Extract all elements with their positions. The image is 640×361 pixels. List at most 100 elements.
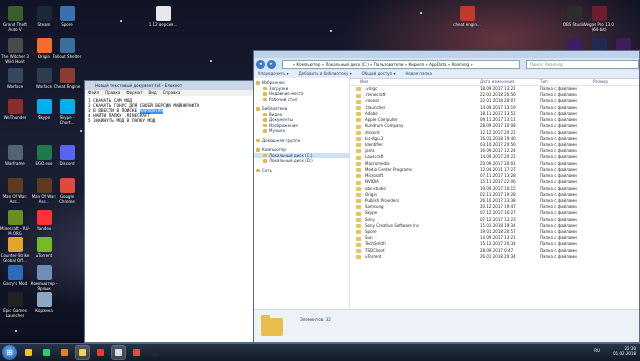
clock[interactable]: 22:30 01.02.2018 — [613, 346, 636, 356]
folder-icon — [356, 211, 361, 216]
file-list: Имя Дата изменения Тип Размер .vlrigc 18.… — [350, 78, 639, 309]
folder-icon — [356, 149, 361, 154]
nav-item[interactable]: Домашняя группа — [254, 138, 349, 144]
star — [120, 20, 122, 22]
taskbar-app-button[interactable] — [148, 346, 161, 359]
folder-icon — [356, 174, 361, 179]
file-type: Папка с файлами — [540, 253, 577, 259]
desktop-icon[interactable]: Grand Theft Auto V — [0, 6, 30, 32]
folder-icon — [356, 112, 361, 117]
menu-help[interactable]: Справка — [163, 90, 181, 95]
app-icon — [36, 292, 52, 307]
desktop-icon[interactable]: Корзина — [29, 292, 59, 313]
desktop-icon[interactable]: Counter-Strike Global Off... — [0, 237, 30, 263]
desktop-icon[interactable]: Fallout Shelter — [52, 38, 82, 59]
nav-item[interactable]: Рабочий стол — [254, 97, 349, 103]
star — [15, 330, 17, 332]
app-icon — [43, 349, 50, 356]
app-icon — [36, 265, 52, 280]
organize-button[interactable]: Упорядочить ▾ — [258, 71, 289, 76]
nav-item[interactable]: Сеть — [254, 168, 349, 174]
app-icon — [115, 349, 122, 356]
column-type[interactable]: Тип — [540, 78, 548, 85]
taskbar-app-button[interactable] — [40, 346, 53, 359]
column-name[interactable]: Имя — [360, 78, 368, 85]
desktop-icon[interactable]: Minecraft - RU-M.ORG — [0, 210, 30, 236]
desktop-icon-label: The Witcher 3 Wild Hunt — [1, 54, 29, 64]
folder-icon — [263, 159, 267, 163]
column-size[interactable]: Размер — [593, 78, 608, 85]
menu-edit[interactable]: Правка — [105, 90, 120, 95]
file-row[interactable]: uTorrent 26.01.2018 20:34 Папка с файлами — [350, 254, 639, 260]
desktop-icon[interactable]: Google Chrome — [52, 178, 82, 204]
forward-button[interactable]: ▸ — [266, 59, 276, 69]
desktop-icon[interactable]: Компьютер - Ярлык — [29, 265, 59, 291]
address-bar[interactable]: « Компьютер » Локальный диск (C:) » Поль… — [281, 59, 520, 69]
folder-icon — [256, 168, 260, 172]
file-date: 26.01.2018 20:34 — [480, 253, 516, 259]
taskbar-app-button[interactable] — [111, 345, 126, 360]
desktop-icon[interactable]: The Witcher 3 Wild Hunt — [0, 38, 30, 64]
taskbar-app-button[interactable] — [75, 345, 90, 360]
desktop-icon-label: uTorrent — [35, 253, 53, 258]
menu-format[interactable]: Формат — [126, 90, 142, 95]
search-input[interactable]: Поиск: Roaming — [525, 59, 639, 69]
app-icon — [97, 349, 104, 356]
star — [80, 130, 82, 132]
desktop-icon[interactable]: Vegas Pro 13.0 (64-bit) — [584, 6, 614, 32]
notepad-window[interactable]: Новый текстовый документ.txt - Блокнот Ф… — [84, 80, 254, 343]
app-icon — [7, 6, 23, 21]
desktop-icon[interactable]: cheat engin... — [452, 6, 482, 27]
desktop-icon[interactable]: Yandex — [29, 210, 59, 231]
desktop-icon[interactable]: Spore — [52, 6, 82, 27]
desktop-icon[interactable]: Garry's Mod — [0, 265, 30, 286]
explorer-window[interactable]: ◂ ▸ « Компьютер » Локальный диск (C:) » … — [253, 50, 640, 343]
back-button[interactable]: ◂ — [256, 59, 265, 69]
folder-icon — [356, 118, 361, 123]
nav-item-label: Локальный диск (C:) — [269, 152, 313, 158]
new-folder-button[interactable]: Новая папка — [405, 71, 432, 76]
taskbar-app-button[interactable] — [130, 346, 143, 359]
nav-item[interactable]: Локальный диск (D:) — [254, 158, 349, 164]
notepad-text-area[interactable]: 1 СКАЧАТЬ САМ МОД 2 СКАЧАТЬ ГОНУС ДЛЯ СВ… — [85, 96, 253, 127]
folder-icon — [356, 137, 361, 142]
taskbar-app-button[interactable] — [22, 346, 35, 359]
desktop-icon[interactable]: 1.12 версия... — [148, 6, 178, 27]
desktop-icon[interactable]: Epic Games Launcher — [0, 292, 30, 318]
desktop-icon[interactable]: Warface — [0, 68, 30, 89]
desktop-icon[interactable]: Skype - Сhort... — [52, 99, 82, 125]
app-icon — [36, 68, 52, 83]
folder-icon — [356, 93, 361, 98]
explorer-titlebar — [254, 51, 639, 58]
start-button[interactable]: ⊞ — [2, 345, 17, 360]
desktop-icon[interactable]: uTorrent — [29, 237, 59, 258]
folder-icon — [356, 217, 361, 222]
desktop-icon[interactable]: Discord — [52, 145, 82, 166]
folder-icon — [356, 193, 361, 198]
add-to-library-button[interactable]: Добавить в библиотеку ▾ — [299, 71, 352, 76]
app-icon — [25, 349, 32, 356]
app-icon — [591, 6, 607, 21]
share-button[interactable]: Общий доступ ▾ — [362, 71, 396, 76]
desktop-icon[interactable]: WeThunder — [0, 99, 30, 120]
folder-icon — [356, 143, 361, 148]
nav-item-label: Документы — [269, 117, 293, 122]
menu-file[interactable]: Файл — [88, 90, 99, 95]
desktop-icon[interactable]: Man Of War: Ass... — [0, 178, 30, 204]
desktop-icon-label: Warface — [6, 84, 24, 89]
nav-item-label: Компьютер — [262, 147, 286, 152]
app-icon — [7, 68, 23, 83]
language-indicator[interactable]: RU — [594, 348, 600, 353]
column-date[interactable]: Дата изменения — [480, 78, 515, 85]
taskbar-app-button[interactable] — [58, 346, 71, 359]
folder-icon — [356, 180, 361, 185]
desktop-icon[interactable]: Cheat Engine — [52, 68, 82, 89]
folder-icon — [263, 112, 267, 116]
nav-item[interactable]: Музыка — [254, 128, 349, 134]
desktop-icon[interactable]: Warframe — [0, 145, 30, 166]
desktop-icon-label: Man Of War: Ass... — [2, 194, 28, 204]
app-icon — [459, 6, 475, 21]
menu-view[interactable]: Вид — [149, 90, 157, 95]
folder-icon — [356, 186, 361, 191]
taskbar-app-button[interactable] — [94, 346, 107, 359]
